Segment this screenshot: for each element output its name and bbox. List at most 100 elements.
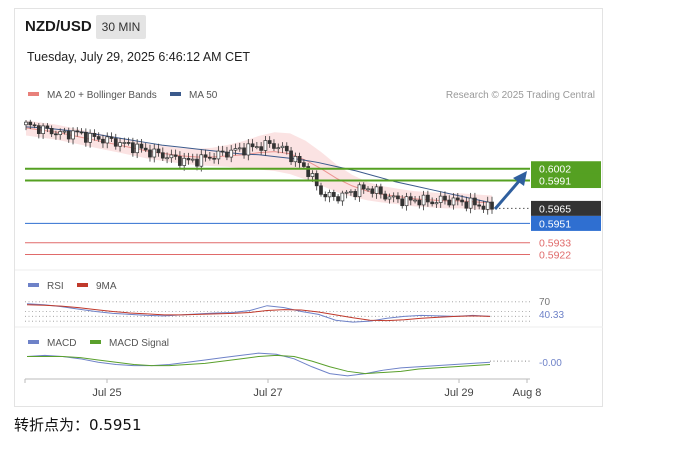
candle-body (383, 193, 387, 200)
candle-body (421, 194, 426, 206)
candlestick (357, 182, 362, 202)
candle-body (84, 131, 88, 143)
candle-body (41, 125, 45, 134)
candle-body (319, 185, 323, 195)
candle-body (387, 196, 392, 200)
candle-body (263, 140, 268, 151)
candle-body (96, 136, 101, 140)
candle-body (267, 140, 272, 144)
candle-body (490, 201, 494, 210)
candle-body (289, 150, 293, 163)
candle-body (220, 150, 225, 153)
candle-body (24, 121, 28, 126)
candle-body (169, 154, 174, 159)
candle-body (357, 184, 362, 198)
price-chart: MA 20 + Bollinger Bands MA 50 Research ©… (15, 90, 603, 399)
candle-body (280, 145, 285, 149)
candle-body (460, 199, 464, 203)
candle-body (105, 136, 110, 144)
forecast-arrow (493, 171, 527, 210)
candle-body (353, 191, 358, 198)
candle-body (113, 138, 118, 147)
macd-signal-line (27, 354, 491, 375)
candle-body (118, 142, 122, 147)
candle-body (58, 131, 63, 135)
candlestick (323, 191, 328, 202)
candle-body (199, 154, 204, 167)
x-axis-tick-label: Aug 8 (513, 387, 542, 399)
ma20-legend-swatch (28, 92, 39, 96)
pivot-level-label: 0.5951 (539, 218, 571, 230)
support-level-label: 0.5922 (539, 249, 571, 261)
candle-body (49, 128, 54, 135)
candlestick (336, 194, 340, 204)
forecast-arrow-shaft (493, 179, 522, 210)
macd-signal-legend-swatch (90, 340, 101, 344)
candle-body (451, 197, 456, 206)
rsi-ma-line (26, 304, 491, 322)
candle-body (88, 133, 92, 143)
candle-body (101, 138, 105, 144)
candle-body (148, 149, 152, 158)
candle-body (331, 192, 336, 197)
candle-body (45, 125, 50, 129)
rsi-legend: RSI 9MA (28, 281, 117, 292)
candle-body (250, 143, 255, 148)
macd-legend-swatch (28, 340, 39, 344)
candle-body (310, 173, 315, 177)
candle-body (131, 142, 135, 154)
candle-body (430, 201, 434, 205)
candle-body (413, 199, 417, 202)
candle-body (246, 143, 251, 156)
candlestick (331, 189, 336, 201)
candle-body (400, 198, 405, 207)
ma50-legend-label: MA 50 (189, 90, 218, 101)
rsi-current-label: 40.33 (539, 310, 564, 321)
candle-body (156, 148, 161, 154)
candle-body (242, 147, 246, 156)
rsi-legend-swatch (28, 283, 39, 287)
x-axis: Jul 25 Jul 27 Jul 29 Aug 8 (24, 379, 542, 399)
candle-body (135, 143, 140, 154)
candle-body (336, 196, 340, 202)
candle-body (126, 142, 131, 144)
candle-body (182, 157, 187, 166)
candle-body (272, 143, 276, 149)
candle-body (447, 199, 452, 206)
candle-body (92, 133, 97, 137)
candle-body (340, 192, 345, 202)
candle-body (233, 148, 238, 151)
candle-body (212, 157, 216, 160)
candle-body (349, 191, 353, 193)
candle-body (62, 130, 67, 133)
main-legend: MA 20 + Bollinger Bands MA 50 Research ©… (28, 90, 595, 101)
candle-body (152, 148, 157, 158)
macd-legend-label: MACD (47, 338, 76, 349)
candle-body (297, 155, 302, 164)
candle-body (293, 155, 298, 163)
candle-body (438, 195, 443, 203)
rsi-ma-legend-label: 9MA (96, 281, 117, 292)
candle-body (374, 186, 379, 194)
candle-body (32, 124, 37, 127)
pivot-note: 转折点为：0.5951 (14, 416, 142, 434)
candle-body (259, 146, 263, 151)
candle-body (464, 201, 469, 209)
candle-body (122, 142, 127, 144)
candle-body (302, 162, 306, 167)
candle-body (173, 154, 178, 157)
candle-body (408, 196, 413, 201)
candle-body (426, 194, 430, 203)
rsi-panel (25, 301, 530, 323)
candle-body (165, 157, 169, 160)
candle-body (66, 130, 71, 140)
candle-body (207, 156, 212, 159)
candle-body (190, 158, 195, 161)
ma20-legend-label: MA 20 + Bollinger Bands (47, 90, 157, 101)
macd-current-label: -0.00 (539, 358, 562, 369)
candle-body (323, 194, 328, 198)
candle-body (109, 136, 114, 139)
current-price-label: 0.5965 (539, 203, 571, 215)
candle-body (391, 195, 396, 198)
macd-panel (26, 352, 530, 377)
